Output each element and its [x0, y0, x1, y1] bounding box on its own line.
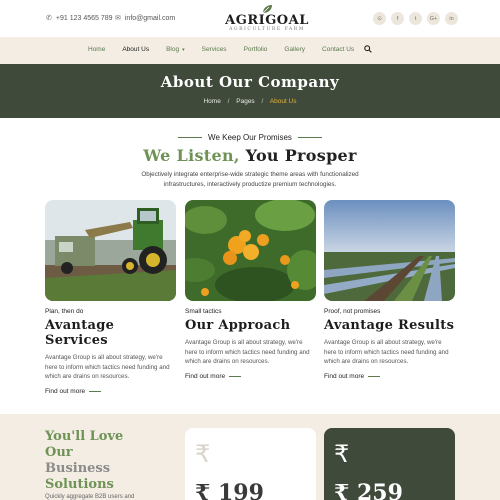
phone-contact[interactable]: ✆ +91 123 4565 789 [46, 14, 113, 23]
logo-text: AGRIGOAL [225, 13, 309, 28]
chevron-down-icon: ▾ [182, 46, 185, 53]
nav-item-contact-us[interactable]: Contact Us [322, 46, 354, 53]
pricing-title-line-4: Solutions [45, 477, 114, 492]
breadcrumb-current: About Us [269, 98, 297, 105]
find-out-more-label: Find out more [324, 372, 365, 380]
search-icon[interactable] [364, 45, 372, 53]
service-card: Plan, then do Avantage Services Avantage… [45, 200, 176, 395]
pricing-description: Quickly aggregate B2B users and [45, 494, 135, 500]
envelope-icon: ✉ [115, 15, 121, 22]
breadcrumb-separator: / [261, 98, 264, 105]
pricing-section: You'll Love Our Business Solutions Quick… [0, 414, 500, 500]
card-kicker: Plan, then do [45, 308, 84, 315]
page-title: About Our Company [160, 73, 340, 91]
headline-part-2: You Prosper [245, 146, 357, 165]
linkedin-icon[interactable]: in [445, 12, 458, 25]
card-description: Avantage Group is all about strategy, we… [324, 339, 449, 365]
card-kicker: Proof, not promises [324, 308, 381, 315]
card-title: Avantage Results [324, 318, 455, 333]
nav-item-services[interactable]: Services [202, 46, 227, 53]
eyebrow-text: We Keep Our Promises [208, 133, 292, 142]
nav-item-gallery[interactable]: Gallery [284, 46, 305, 53]
breadcrumb-home[interactable]: Home [203, 98, 220, 105]
pricing-card-premium[interactable]: ₹ ₹ 259 [324, 428, 455, 500]
crop-field-image [324, 200, 455, 301]
card-title: Avantage Services [45, 318, 115, 348]
service-card: Small tactics Our Approach Avantage Grou… [185, 200, 316, 380]
google-plus-icon[interactable]: G+ [427, 12, 440, 25]
email-address: info@gmail.com [124, 14, 176, 22]
rupee-icon: ₹ [195, 440, 211, 468]
social-links: ⊙ f t G+ in [373, 12, 458, 25]
phone-number: +91 123 4565 789 [55, 14, 113, 22]
intro-text: Objectively integrate enterprise-wide st… [141, 171, 359, 188]
plan-price: ₹ 259 [334, 480, 403, 500]
facebook-icon[interactable]: f [391, 12, 404, 25]
section-eyebrow: We Keep Our Promises [0, 133, 500, 142]
plan-price: ₹ 199 [195, 480, 264, 500]
find-out-more-link[interactable]: Find out more [45, 388, 176, 395]
service-card: Proof, not promises Avantage Results Ava… [324, 200, 455, 380]
nav-item-portfolio[interactable]: Portfolio [244, 46, 268, 53]
pricing-title: You'll Love Our Business Solutions [45, 429, 123, 493]
card-kicker: Small tactics [185, 308, 222, 315]
main-nav: Home About Us Blog ▾ Services Portfolio … [0, 37, 500, 64]
nav-item-home[interactable]: Home [88, 46, 105, 53]
rss-icon[interactable]: ⊙ [373, 12, 386, 25]
section-headline: We Listen, You Prosper [0, 146, 500, 165]
breadcrumb: Home / Pages / About Us [0, 98, 500, 105]
tractor-harvest-image [45, 200, 176, 301]
rupee-icon: ₹ [334, 440, 350, 468]
pricing-card-basic[interactable]: ₹ ₹ 199 [185, 428, 316, 500]
arrow-line-icon [368, 375, 381, 377]
email-contact[interactable]: ✉ info@gmail.com [115, 14, 176, 23]
card-description: Avantage Group is all about strategy, we… [185, 339, 310, 365]
pricing-title-line-3: Business [45, 461, 111, 476]
card-description: Avantage Group is all about strategy, we… [45, 354, 170, 380]
page-banner: About Our Company Home / Pages / About U… [0, 64, 500, 118]
pricing-title-line-2: Our [45, 445, 73, 460]
arrow-line-icon [89, 390, 102, 392]
nav-item-about-us[interactable]: About Us [122, 46, 149, 53]
nav-item-blog[interactable]: Blog ▾ [166, 46, 185, 53]
breadcrumb-pages[interactable]: Pages [236, 98, 254, 105]
find-out-more-label: Find out more [45, 387, 86, 395]
logo-subtitle: AGRICULTURE FARM [229, 27, 305, 32]
arrow-line-icon [229, 375, 242, 377]
divider [177, 137, 202, 139]
headline-part-1: We Listen, [143, 146, 240, 165]
top-bar: ✆ +91 123 4565 789 ✉ info@gmail.com AGRI… [0, 0, 500, 37]
phone-icon: ✆ [46, 15, 52, 22]
nav-item-blog-label: Blog [166, 46, 180, 53]
find-out-more-label: Find out more [185, 372, 226, 380]
find-out-more-link[interactable]: Find out more [185, 373, 316, 380]
divider [298, 137, 323, 139]
orange-tree-image [185, 200, 316, 301]
find-out-more-link[interactable]: Find out more [324, 373, 455, 380]
twitter-icon[interactable]: t [409, 12, 422, 25]
site-logo[interactable]: AGRIGOAL AGRICULTURE FARM [222, 4, 312, 33]
pricing-title-line-1: You'll Love [45, 429, 124, 444]
card-title: Our Approach [185, 318, 291, 333]
breadcrumb-separator: / [227, 98, 230, 105]
